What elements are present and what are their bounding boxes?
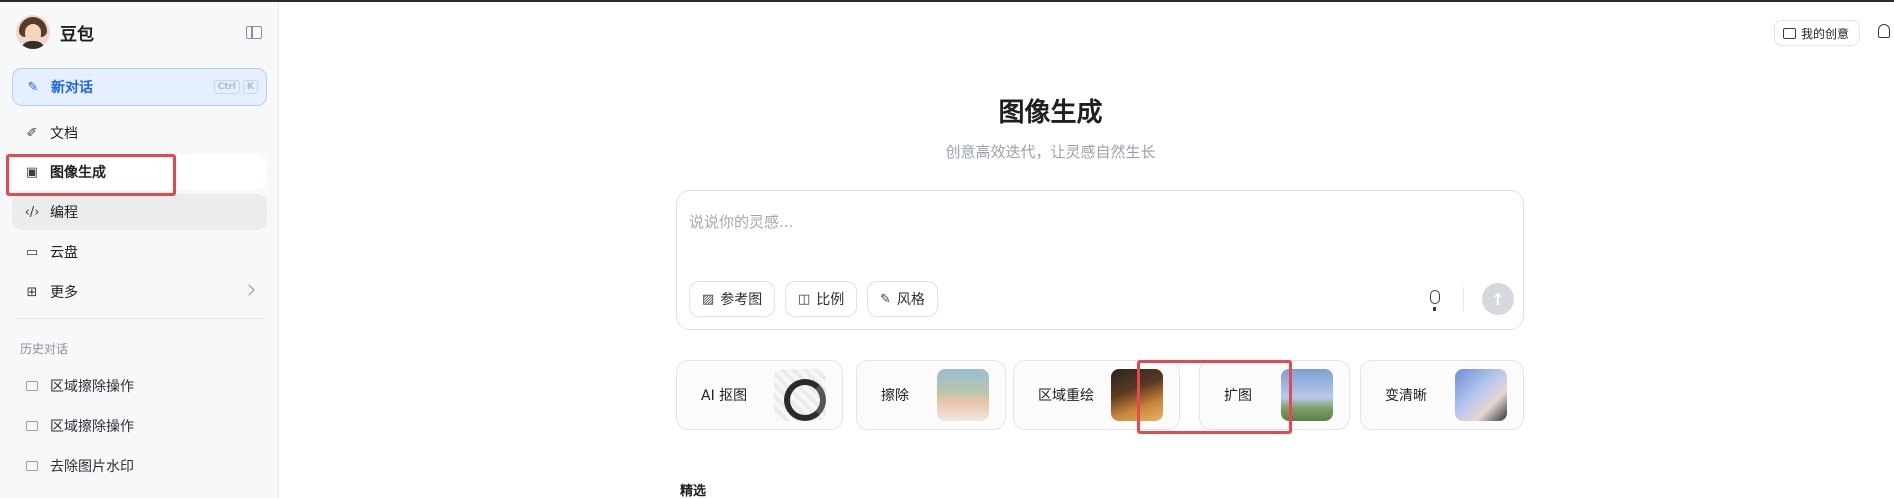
page-subtitle: 创意高效迭代，让灵感自然生长 — [945, 143, 1156, 161]
chat-bubble-icon — [26, 421, 38, 431]
page-title: 图像生成 — [998, 98, 1103, 128]
edit-icon: ✎ — [27, 79, 39, 95]
history-item-label: 区域擦除操作 — [50, 419, 134, 435]
avatar — [16, 15, 50, 49]
history-item[interactable]: 去除图片水印 — [26, 454, 134, 478]
sidebar-divider — [16, 318, 265, 319]
sidebar: 豆包 ✎ 新对话 Ctrl K ✐ 文档 ▣ 图像生成 ‹/› 编程 ▭ 云盘 — [0, 2, 279, 498]
tool-card-erase[interactable]: 擦除 — [856, 360, 1006, 430]
reference-image-button[interactable]: ▨ 参考图 — [689, 281, 776, 317]
face-thumbnail — [1455, 369, 1507, 421]
history-heading: 历史对话 — [20, 342, 69, 356]
tool-card-outpaint[interactable]: 扩图 — [1199, 360, 1350, 430]
image-icon: ▨ — [702, 291, 715, 307]
reference-image-label: 参考图 — [720, 292, 763, 308]
history-item[interactable]: 区域擦除操作 — [26, 414, 134, 438]
folder-icon — [1783, 27, 1796, 39]
history-item-label: 去除图片水印 — [50, 459, 134, 475]
my-creative-button[interactable]: 我的创意 — [1774, 20, 1861, 46]
code-icon: ‹/› — [24, 204, 40, 220]
chat-bubble-icon — [26, 381, 38, 391]
new-chat-button[interactable]: ✎ 新对话 Ctrl K — [12, 68, 267, 106]
shortcut-hint: Ctrl K — [213, 80, 258, 94]
tool-card-label: 区域重绘 — [1038, 388, 1094, 404]
sidebar-item-cloud[interactable]: ▭ 云盘 — [12, 234, 267, 270]
sidebar-item-code[interactable]: ‹/› 编程 — [12, 194, 267, 230]
landscape-thumbnail — [1281, 369, 1333, 421]
send-button[interactable]: ↑ — [1482, 283, 1514, 315]
tool-card-label: 擦除 — [881, 388, 909, 404]
history-item-label: 区域擦除操作 — [50, 379, 134, 395]
sidebar-collapse-icon[interactable] — [246, 26, 262, 39]
style-label: 风格 — [896, 292, 925, 308]
chevron-right-icon — [243, 284, 255, 296]
sidebar-item-more[interactable]: ⊞ 更多 — [12, 274, 267, 310]
image-gen-icon: ▣ — [25, 164, 39, 180]
ratio-label: 比例 — [816, 292, 845, 308]
arrow-up-icon: ↑ — [1491, 289, 1505, 309]
brand[interactable]: 豆包 — [16, 14, 94, 50]
sidebar-item-label: 编程 — [50, 205, 78, 221]
sidebar-item-label: 云盘 — [50, 245, 78, 261]
prompt-input[interactable] — [689, 207, 1469, 237]
ratio-button[interactable]: ◫ 比例 — [785, 281, 858, 317]
bell-icon[interactable] — [1878, 24, 1890, 38]
portrait-thumbnail — [937, 369, 989, 421]
pen-icon: ✐ — [26, 125, 38, 141]
cloud-drive-icon: ▭ — [25, 244, 39, 260]
sidebar-item-label: 图像生成 — [50, 165, 106, 181]
tool-card-label: 扩图 — [1224, 388, 1252, 404]
tool-card-inpaint[interactable]: 区域重绘 — [1013, 360, 1180, 430]
tool-card-ai-cutout[interactable]: AI 抠图 — [676, 360, 843, 430]
style-button[interactable]: ✎ 风格 — [867, 281, 938, 317]
sidebar-item-image-gen[interactable]: ▣ 图像生成 — [12, 154, 267, 190]
app-window: 豆包 ✎ 新对话 Ctrl K ✐ 文档 ▣ 图像生成 ‹/› 编程 ▭ 云盘 — [0, 2, 1894, 499]
tool-card-sharpen[interactable]: 变清晰 — [1360, 360, 1524, 430]
aspect-ratio-icon: ◫ — [798, 291, 811, 307]
headphones-thumbnail — [774, 369, 826, 421]
shortcut-key-ctrl: Ctrl — [213, 80, 241, 94]
tool-card-label: AI 抠图 — [701, 388, 748, 404]
main-content: 我的创意 图像生成 创意高效迭代，让灵感自然生长 ▨ 参考图 ◫ 比例 ✎ 风格… — [280, 2, 1894, 499]
chat-bubble-icon — [26, 461, 38, 471]
shortcut-key-k: K — [243, 80, 258, 94]
my-creative-label: 我的创意 — [1801, 26, 1850, 41]
brush-icon: ✎ — [880, 291, 891, 307]
dog-thumbnail — [1111, 369, 1163, 421]
sidebar-item-label: 更多 — [50, 285, 78, 301]
featured-heading: 精选 — [680, 484, 707, 499]
tool-card-label: 变清晰 — [1385, 388, 1427, 404]
app-name: 豆包 — [60, 24, 94, 45]
toolbar-divider — [1463, 287, 1464, 311]
prompt-box: ▨ 参考图 ◫ 比例 ✎ 风格 ↑ — [676, 190, 1524, 330]
grid-plus-icon: ⊞ — [26, 284, 38, 300]
new-chat-label: 新对话 — [51, 80, 93, 96]
sidebar-item-docs[interactable]: ✐ 文档 — [12, 115, 267, 151]
history-item[interactable]: 区域擦除操作 — [26, 374, 134, 398]
microphone-icon[interactable] — [1430, 290, 1440, 311]
sidebar-item-label: 文档 — [50, 126, 78, 142]
